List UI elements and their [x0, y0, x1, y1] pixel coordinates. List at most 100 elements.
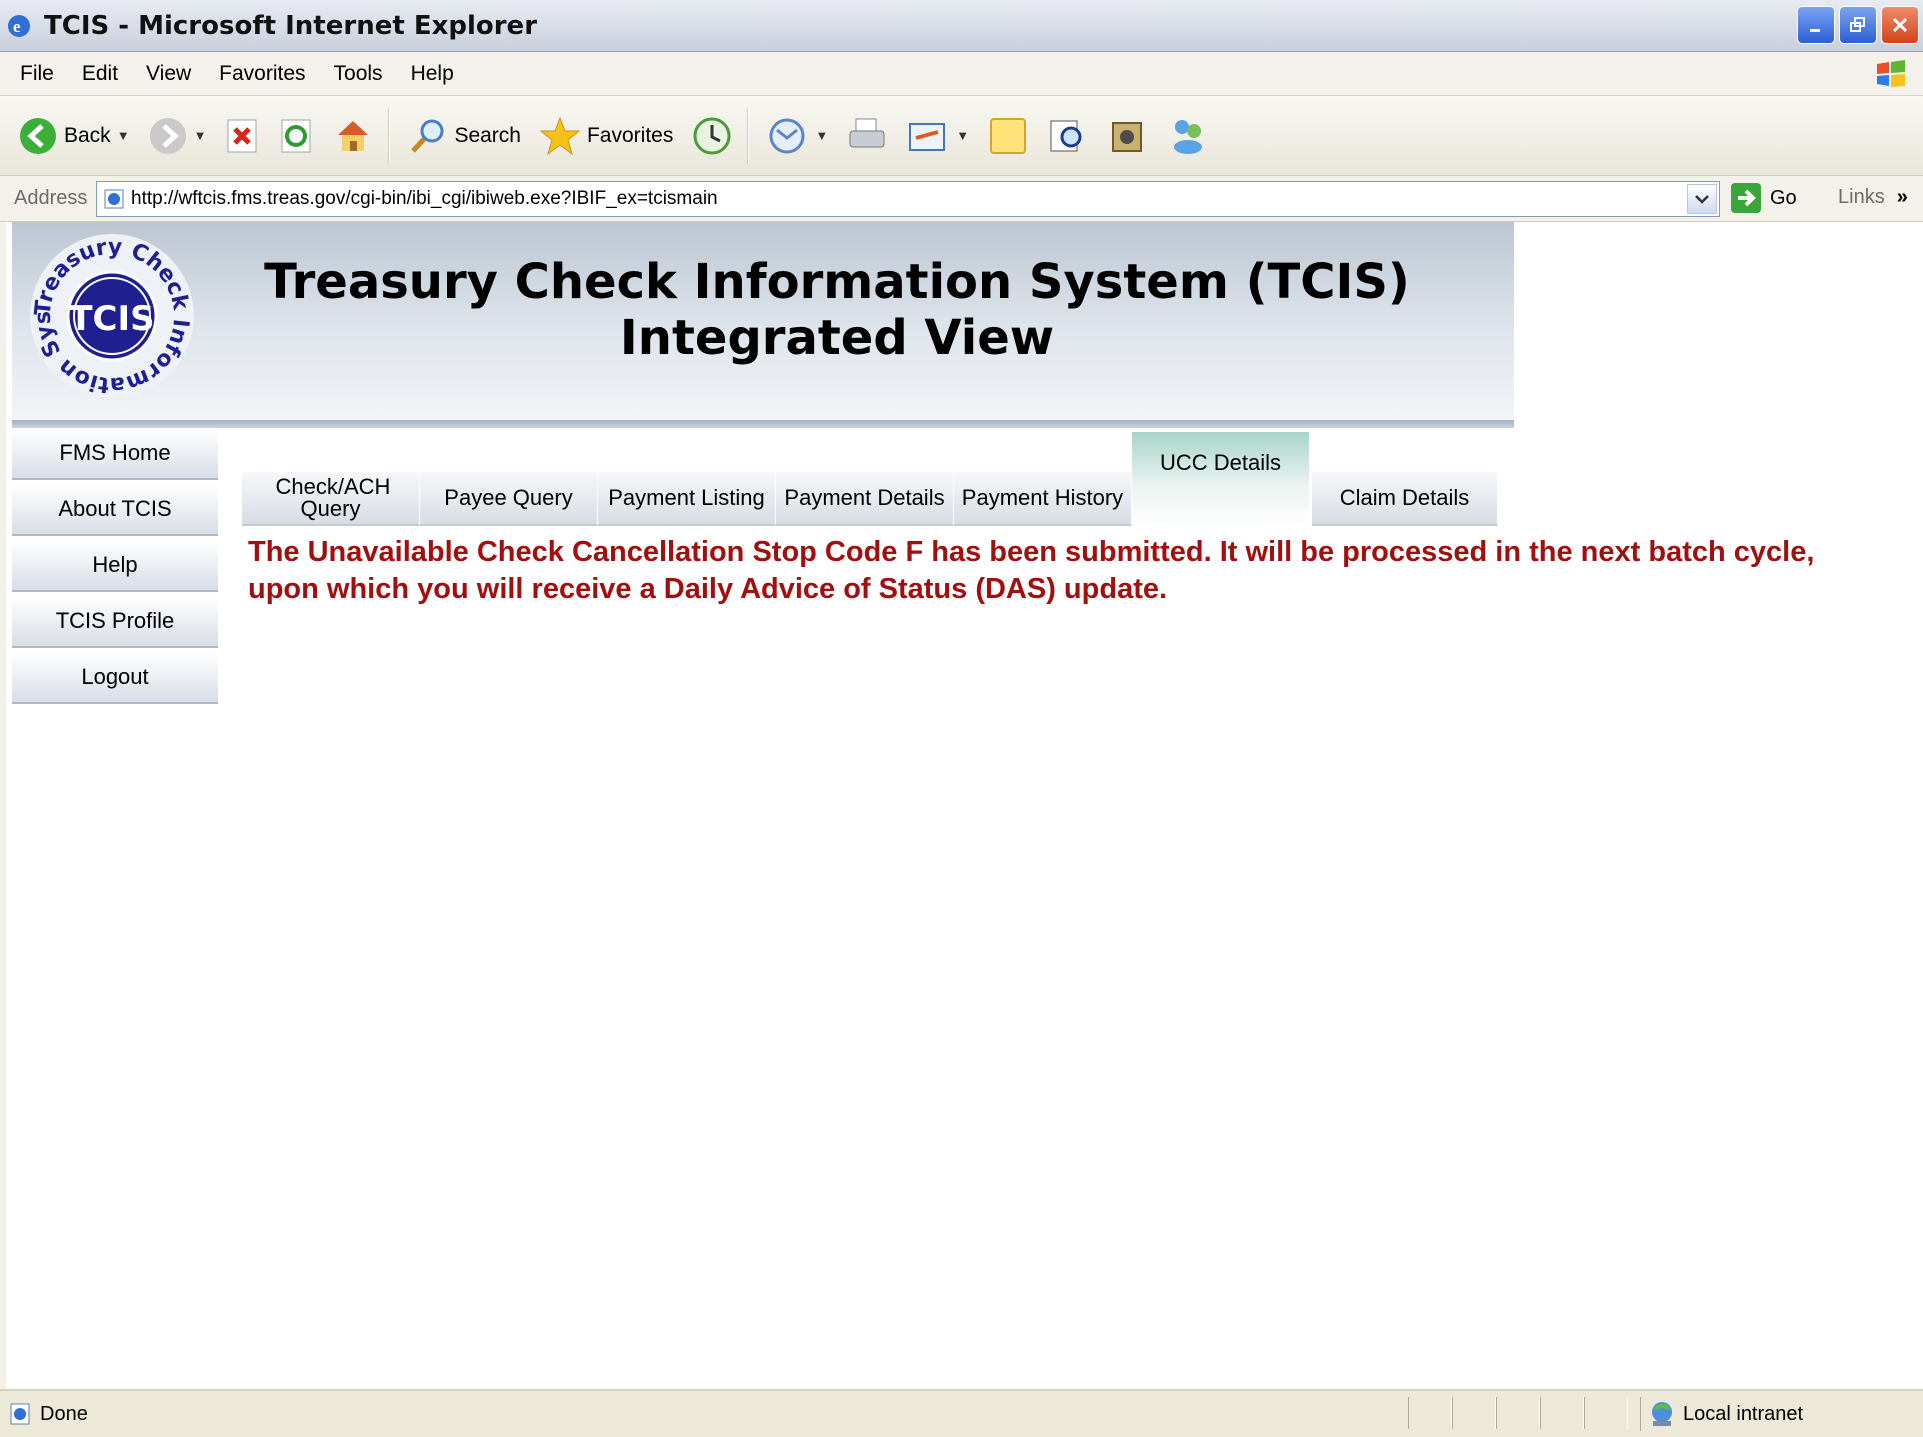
- chevron-down-icon: [1695, 195, 1709, 204]
- go-button[interactable]: Go: [1730, 182, 1797, 214]
- tab-ucc-details[interactable]: UCC Details: [1132, 432, 1310, 526]
- title-bar: e TCIS - Microsoft Internet Explorer: [0, 0, 1923, 52]
- refresh-button[interactable]: [278, 116, 314, 156]
- media-button[interactable]: [1107, 115, 1149, 157]
- edit-button[interactable]: ▼: [906, 116, 969, 156]
- page-viewport: Treasury Check Information System TCIS T…: [0, 222, 1923, 1389]
- address-url: http://wftcis.fms.treas.gov/cgi-bin/ibi_…: [131, 188, 718, 209]
- status-pane: [1584, 1397, 1628, 1429]
- menu-file[interactable]: File: [20, 62, 54, 86]
- security-zone[interactable]: Local intranet: [1640, 1397, 1803, 1431]
- edit-page-icon: [909, 122, 946, 151]
- history-button[interactable]: [691, 115, 733, 157]
- left-nav: FMS Home About TCIS Help TCIS Profile Lo…: [12, 428, 218, 708]
- status-pane: [1452, 1397, 1496, 1429]
- windows-logo-icon: [1877, 60, 1905, 87]
- menu-edit[interactable]: Edit: [82, 62, 118, 86]
- discuss-button[interactable]: [987, 115, 1029, 157]
- status-pane: [1540, 1397, 1584, 1429]
- address-dropdown-button[interactable]: [1687, 184, 1717, 214]
- chevron-down-icon[interactable]: ▼: [815, 128, 828, 143]
- page-title-line2: Integrated View: [619, 310, 1055, 366]
- refresh-icon: [281, 119, 311, 152]
- nav-fms-home[interactable]: FMS Home: [12, 428, 218, 480]
- forward-button[interactable]: ▼: [148, 116, 207, 156]
- tab-payment-listing[interactable]: Payment Listing: [598, 472, 776, 526]
- menu-help[interactable]: Help: [411, 62, 454, 86]
- home-button[interactable]: [332, 115, 374, 157]
- back-button[interactable]: Back ▼: [18, 116, 130, 156]
- print-button[interactable]: [846, 115, 888, 157]
- favorites-button[interactable]: Favorites: [539, 115, 673, 157]
- mail-button[interactable]: ▼: [767, 116, 828, 156]
- page-title: Treasury Check Information System (TCIS)…: [212, 254, 1462, 366]
- stop-button[interactable]: [224, 116, 260, 156]
- search-button[interactable]: Search: [408, 116, 521, 156]
- tab-payment-details[interactable]: Payment Details: [776, 472, 954, 526]
- note-icon: [990, 117, 1027, 154]
- header-banner: Treasury Check Information System TCIS T…: [12, 222, 1514, 420]
- media-icon: [1112, 121, 1143, 152]
- links-button[interactable]: Links »: [1838, 186, 1908, 209]
- menu-bar: File Edit View Favorites Tools Help: [0, 52, 1923, 96]
- toolbar-separator: [388, 107, 391, 164]
- close-button[interactable]: [1881, 6, 1919, 44]
- svg-text:e: e: [13, 17, 21, 36]
- tab-claim-details[interactable]: Claim Details: [1312, 472, 1498, 526]
- toolbar: Back ▼ ▼ Search Favorites ▼ ▼: [0, 96, 1923, 176]
- go-arrow-icon: [1731, 183, 1761, 213]
- page-title-line1: Treasury Check Information System (TCIS): [264, 254, 1410, 310]
- zone-label: Local intranet: [1683, 1402, 1804, 1425]
- page-icon: [10, 1403, 30, 1425]
- nav-tcis-profile[interactable]: TCIS Profile: [12, 596, 218, 648]
- address-bar: Address http://wftcis.fms.treas.gov/cgi-…: [0, 176, 1923, 222]
- stop-icon: [227, 119, 257, 152]
- tab-label: Check/ACH Query: [275, 474, 391, 521]
- go-label: Go: [1770, 186, 1797, 209]
- history-icon: [693, 117, 731, 154]
- tab-payment-history[interactable]: Payment History: [954, 472, 1132, 526]
- messenger-icon: [1174, 119, 1203, 154]
- home-icon: [338, 120, 369, 151]
- status-message: The Unavailable Check Cancellation Stop …: [248, 536, 1815, 605]
- status-panes: [1408, 1397, 1628, 1429]
- mail-icon: [769, 118, 805, 153]
- restore-icon: [1850, 17, 1865, 32]
- status-bar: Done Local intranet: [0, 1389, 1923, 1437]
- svg-text:TCIS: TCIS: [69, 299, 154, 339]
- printer-icon: [849, 118, 885, 147]
- links-label: Links: [1838, 186, 1885, 208]
- tab-payee-query[interactable]: Payee Query: [420, 472, 598, 526]
- address-input[interactable]: http://wftcis.fms.treas.gov/cgi-bin/ibi_…: [96, 181, 1720, 217]
- page-icon: [104, 189, 124, 209]
- forward-arrow-icon: [149, 117, 186, 154]
- nav-logout[interactable]: Logout: [12, 652, 218, 704]
- tab-check-ach-query[interactable]: Check/ACH Query: [242, 472, 420, 526]
- menu-favorites[interactable]: Favorites: [219, 62, 305, 86]
- toolbar-separator: [747, 107, 750, 164]
- back-arrow-icon: [20, 117, 56, 154]
- search-label: Search: [454, 123, 521, 147]
- menu-tools[interactable]: Tools: [334, 62, 383, 86]
- banner-divider: [12, 420, 1514, 428]
- address-label: Address: [14, 187, 88, 209]
- chevron-down-icon[interactable]: ▼: [117, 128, 130, 143]
- restore-button[interactable]: [1839, 6, 1877, 44]
- ie-icon: e: [8, 14, 30, 37]
- search-icon: [411, 119, 444, 153]
- window-title: TCIS - Microsoft Internet Explorer: [44, 10, 538, 41]
- research-icon: [1050, 120, 1082, 151]
- nav-help[interactable]: Help: [12, 540, 218, 592]
- nav-about-tcis[interactable]: About TCIS: [12, 484, 218, 536]
- messenger-button[interactable]: [1167, 115, 1209, 157]
- chevron-down-icon[interactable]: ▼: [956, 128, 969, 143]
- intranet-globe-icon: [1652, 1402, 1672, 1426]
- status-pane: [1408, 1397, 1452, 1429]
- minimize-button[interactable]: [1797, 6, 1835, 44]
- menu-view[interactable]: View: [146, 62, 191, 86]
- favorites-label: Favorites: [586, 123, 674, 147]
- status-text: Done: [40, 1402, 88, 1425]
- research-button[interactable]: [1047, 115, 1089, 157]
- chevron-down-icon[interactable]: ▼: [194, 128, 207, 143]
- minimize-icon: [1810, 29, 1820, 32]
